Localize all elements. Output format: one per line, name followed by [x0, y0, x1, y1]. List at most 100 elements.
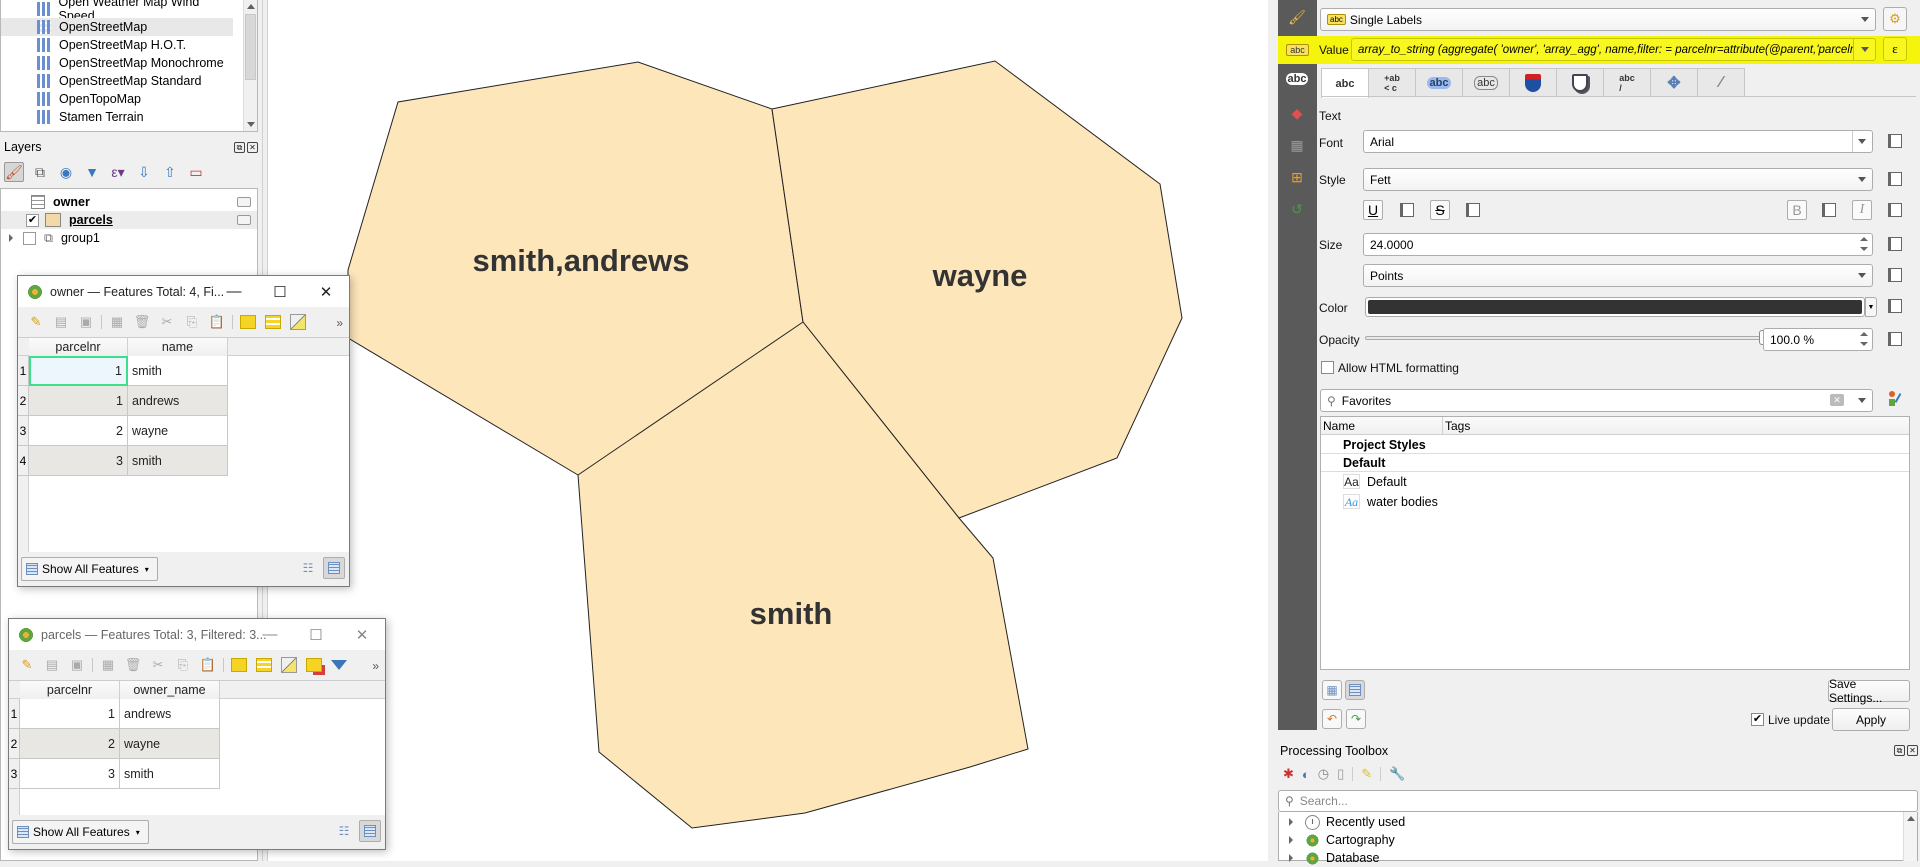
spin-arrows-icon[interactable]	[1860, 237, 1868, 251]
expand-all-button[interactable]: ⇩	[134, 162, 154, 182]
save-edits-button[interactable]: ▣	[76, 312, 96, 332]
maximize-button[interactable]: ☐	[257, 276, 303, 307]
spin-arrows-icon[interactable]	[1860, 332, 1868, 346]
layer-item-group1[interactable]: ⧉ group1	[1, 229, 257, 247]
toggle-editing-button[interactable]: ✎	[26, 312, 46, 332]
tab-background[interactable]	[1509, 68, 1557, 97]
multi-edit-button[interactable]: ▤	[42, 655, 62, 675]
data-defined-override-button[interactable]	[1884, 170, 1906, 188]
expand-arrow-icon[interactable]	[1289, 836, 1293, 844]
tab-callouts[interactable]: abc /	[1603, 68, 1651, 97]
processing-group-recently-used[interactable]: Recently used	[1279, 813, 1405, 831]
form-view-button[interactable]: ☷	[297, 557, 319, 579]
table-view-button[interactable]	[359, 820, 381, 842]
table-cell[interactable]: smith	[128, 356, 228, 386]
memory-layer-icon[interactable]	[237, 215, 251, 225]
models-button[interactable]: ✱	[1283, 766, 1294, 782]
column-header[interactable]: parcelnr	[20, 681, 120, 699]
column-header[interactable]: Name	[1321, 417, 1443, 435]
show-all-features-button[interactable]: Show All Features ▾	[21, 557, 158, 581]
delete-feature-button[interactable]: 🗑	[132, 312, 152, 332]
row-header[interactable]: 3	[18, 416, 29, 446]
color-dropdown[interactable]: ▼	[1865, 297, 1877, 317]
table-cell[interactable]: smith	[120, 759, 220, 789]
font-style-select[interactable]: Fett	[1363, 168, 1873, 191]
expression-builder-button[interactable]: ε	[1883, 37, 1907, 61]
tab-placement[interactable]: ✥	[1650, 68, 1698, 97]
table-cell[interactable]: 3	[20, 759, 120, 789]
copy-button[interactable]: ⎘	[173, 655, 193, 675]
value-expression-field[interactable]: array_to_string (aggregate( 'owner', 'ar…	[1351, 38, 1876, 61]
close-button[interactable]: ✕	[303, 276, 349, 307]
dock-float-button[interactable]: ⧉	[234, 142, 245, 153]
processing-group-database[interactable]: Database	[1279, 849, 1380, 867]
row-header[interactable]: 1	[9, 699, 20, 729]
column-header[interactable]: name	[128, 338, 228, 356]
dock-close-button[interactable]: ✕	[247, 142, 258, 153]
tab-formatting[interactable]: +ab < c	[1368, 68, 1416, 97]
table-cell[interactable]: andrews	[120, 699, 220, 729]
save-edits-button[interactable]: ▣	[67, 655, 87, 675]
row-header[interactable]: 1	[18, 356, 29, 386]
browser-item[interactable]: OpenTopoMap	[1, 90, 233, 108]
tab-mask[interactable]: abc	[1462, 68, 1510, 97]
add-feature-button[interactable]: ▦	[107, 312, 127, 332]
toolbar-overflow-button[interactable]: »	[372, 659, 379, 673]
minimize-button[interactable]: —	[247, 619, 293, 650]
window-titlebar[interactable]: parcels — Features Total: 3, Filtered: 3…	[9, 619, 385, 650]
python-scripts-button[interactable]: ◐	[1302, 767, 1310, 782]
row-header[interactable]: 4	[18, 446, 29, 476]
memory-layer-icon[interactable]	[237, 197, 251, 207]
color-button[interactable]	[1365, 297, 1865, 317]
row-header[interactable]: 3	[9, 759, 20, 789]
processing-group-cartography[interactable]: Cartography	[1279, 831, 1395, 849]
expand-arrow-icon[interactable]	[1289, 818, 1293, 826]
data-defined-override-button[interactable]	[1884, 266, 1906, 284]
table-cell[interactable]: 1	[29, 356, 128, 386]
processing-search-input[interactable]: ⚲ Search...	[1278, 790, 1918, 812]
scroll-down-arrow[interactable]	[247, 122, 255, 127]
redo-button[interactable]: ↷	[1346, 709, 1366, 729]
layer-settings-button[interactable]: ⚙	[1883, 7, 1907, 31]
add-feature-button[interactable]: ▦	[98, 655, 118, 675]
filter-legend-button[interactable]: ▼	[82, 162, 102, 182]
data-defined-override-button[interactable]	[1884, 201, 1906, 219]
invert-selection-button[interactable]	[279, 655, 299, 675]
filter-expression-button[interactable]: ε▾	[108, 162, 128, 182]
table-cell[interactable]: wayne	[128, 416, 228, 446]
masks-tab[interactable]: abc	[1285, 68, 1309, 90]
select-all-button[interactable]	[263, 312, 283, 332]
add-group-button[interactable]: ⧉	[30, 162, 50, 182]
minimize-button[interactable]: —	[211, 276, 257, 307]
row-header[interactable]: 2	[18, 386, 29, 416]
collapse-all-button[interactable]: ⇧	[160, 162, 180, 182]
allow-html-checkbox[interactable]	[1321, 361, 1334, 374]
layer-item-parcels[interactable]: ✔ parcels	[1, 211, 257, 229]
opacity-spinbox[interactable]: 100.0 %	[1763, 328, 1873, 351]
browser-item[interactable]: OpenStreetMap	[1, 18, 233, 36]
cut-button[interactable]: ✂	[157, 312, 177, 332]
layer-item-owner[interactable]: owner	[1, 193, 257, 211]
table-cell[interactable]: smith	[128, 446, 228, 476]
paste-button[interactable]: 📋	[198, 655, 218, 675]
style-item[interactable]: Aa water bodies	[1321, 493, 1909, 511]
browser-item[interactable]: OpenStreetMap Standard	[1, 72, 233, 90]
history-tab[interactable]: ↺	[1286, 198, 1308, 220]
diagrams-tab[interactable]: ▦	[1286, 134, 1308, 156]
table-cell[interactable]: 2	[29, 416, 128, 446]
font-select[interactable]: Arial	[1363, 130, 1873, 153]
browser-item[interactable]: Open Weather Map Wind Speed	[1, 0, 233, 23]
data-defined-override-button[interactable]	[1884, 330, 1906, 348]
underline-button[interactable]: U	[1363, 200, 1383, 220]
multi-edit-button[interactable]: ▤	[51, 312, 71, 332]
dock-float-button[interactable]: ⧉	[1894, 745, 1905, 756]
3d-view-tab[interactable]: ◆	[1286, 102, 1308, 124]
cut-button[interactable]: ✂	[148, 655, 168, 675]
style-group[interactable]: Default	[1321, 454, 1909, 472]
opacity-slider[interactable]	[1365, 336, 1765, 340]
filter-select-button[interactable]	[329, 655, 349, 675]
toolbar-overflow-button[interactable]: »	[336, 316, 343, 330]
expand-arrow-icon[interactable]	[9, 234, 13, 242]
clear-icon[interactable]: ✕	[1830, 394, 1844, 406]
browser-item[interactable]: OpenStreetMap H.O.T.	[1, 36, 233, 54]
